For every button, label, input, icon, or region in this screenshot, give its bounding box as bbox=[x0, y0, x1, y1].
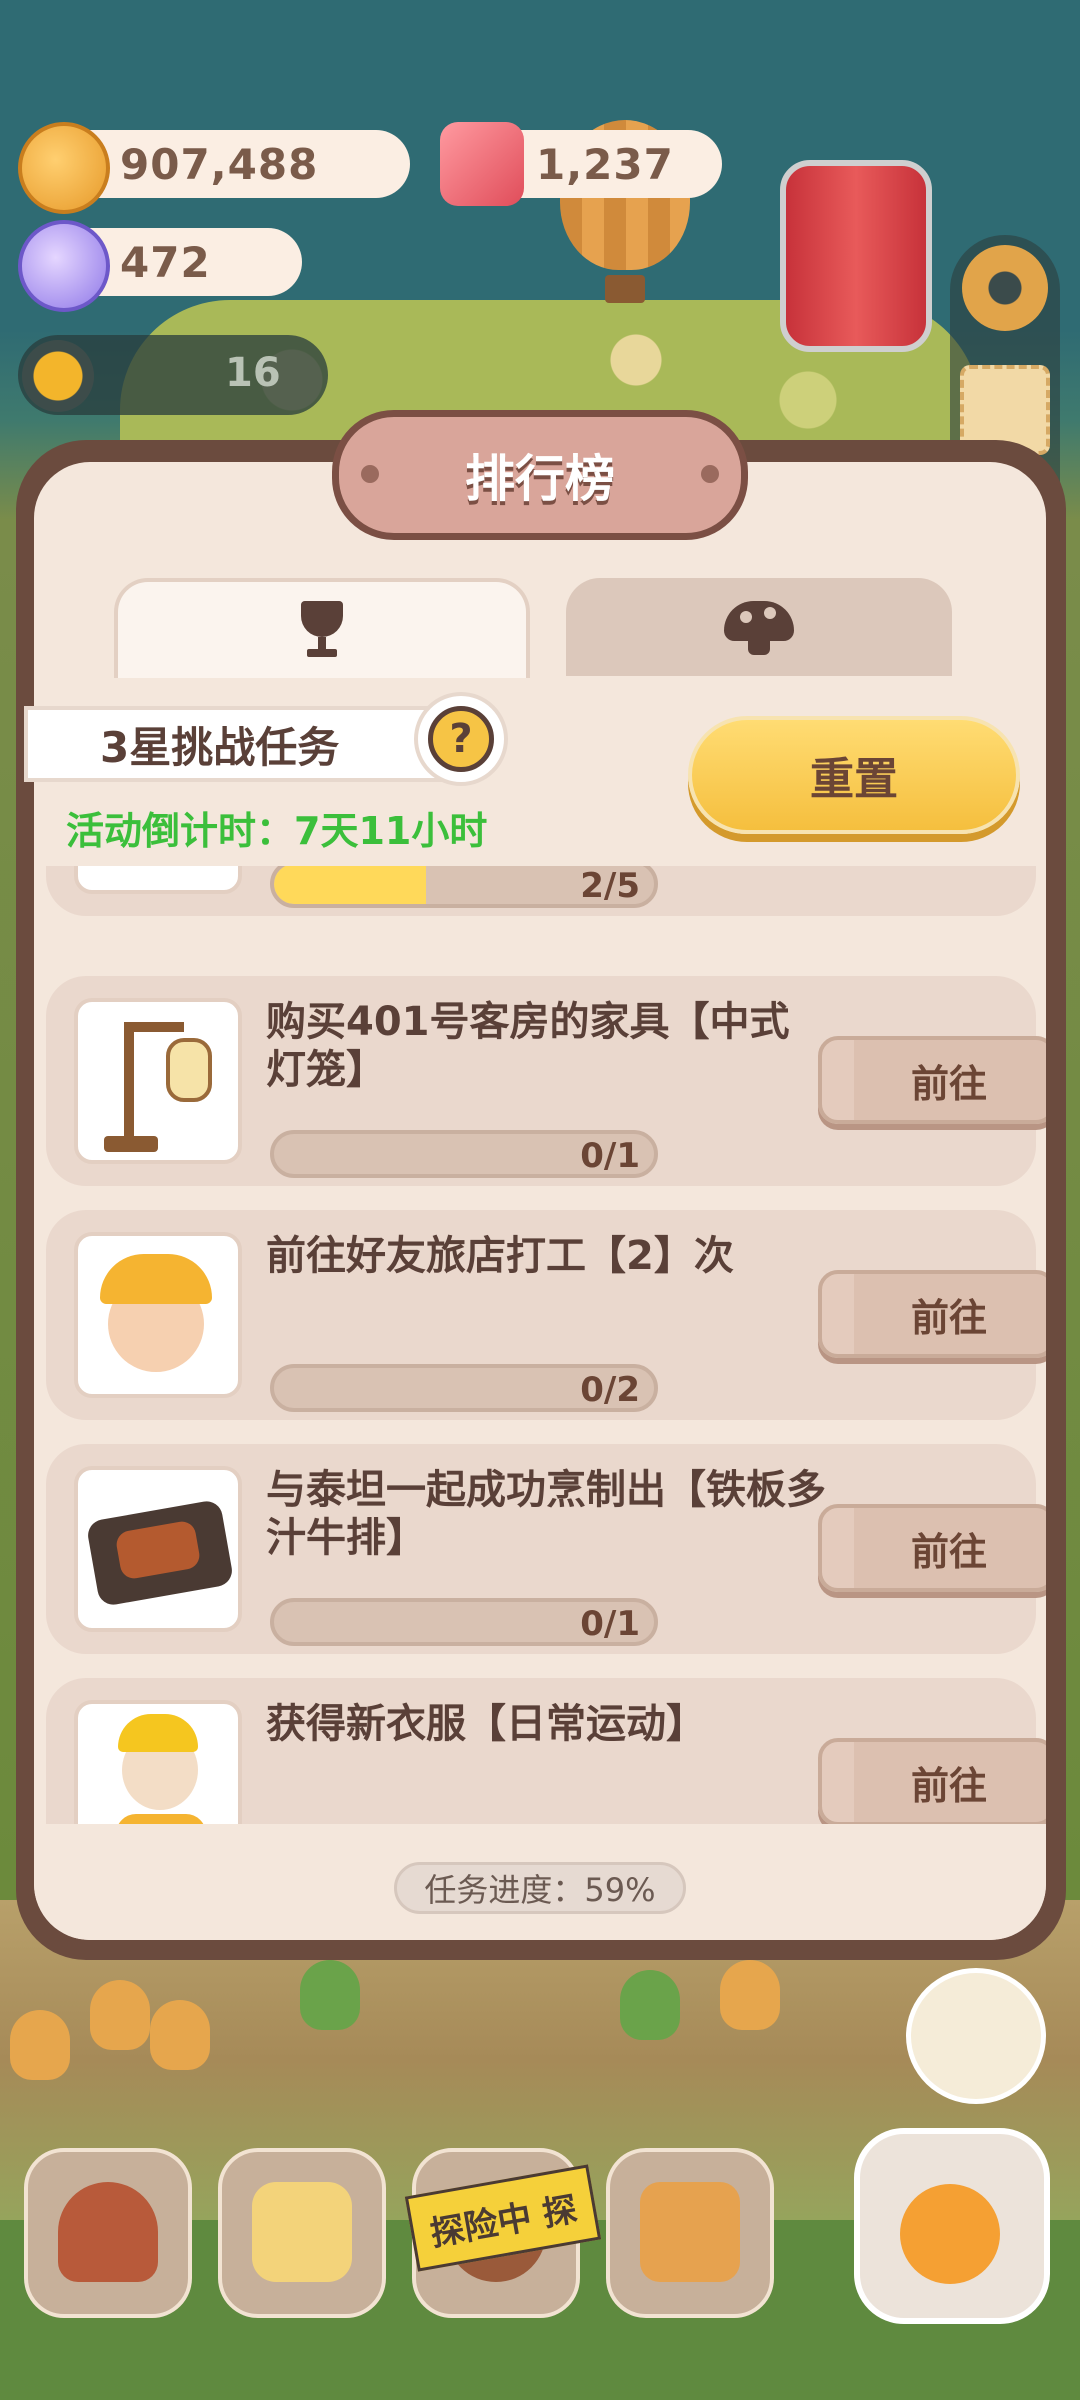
reset-button[interactable]: 重置 bbox=[688, 716, 1020, 834]
task-list[interactable]: 2/5 购买401号客房的家具【中式灯笼】 0/1 前往 前往好友旅店打工【2】… bbox=[34, 866, 1046, 1824]
balloon-basket-decoration bbox=[605, 275, 645, 303]
shop-stall-icon bbox=[640, 2182, 740, 2282]
worker-icon bbox=[74, 1232, 242, 1398]
sun-icon bbox=[22, 340, 94, 412]
mushroom-house-icon bbox=[58, 2182, 158, 2282]
task-progress-bar: 0/1 bbox=[270, 1130, 658, 1178]
task-progress-bar: 0/1 bbox=[270, 1598, 658, 1646]
gem-counter[interactable]: 1,237 bbox=[440, 122, 722, 206]
background-character bbox=[300, 1960, 360, 2030]
panel-title: 排行榜 bbox=[465, 450, 615, 508]
sports-outfit-icon bbox=[74, 1700, 242, 1824]
task-progress-fill bbox=[274, 866, 426, 904]
task-item-2: 前往好友旅店打工【2】次 0/2 前往 bbox=[46, 1210, 1046, 1420]
task-description: 获得新衣服【日常运动】 bbox=[266, 1701, 706, 1747]
challenge-label-text: 3星挑战任务 bbox=[100, 722, 340, 772]
candy-count: 472 bbox=[120, 237, 211, 287]
lantern-icon bbox=[74, 998, 242, 1164]
event-countdown: 活动倒计时：7天11小时 bbox=[66, 809, 488, 853]
task-description: 购买401号客房的家具【中式灯笼】 bbox=[266, 999, 790, 1093]
mushroom-icon bbox=[724, 601, 794, 655]
overall-task-progress: 任务进度：59% bbox=[394, 1862, 686, 1914]
question-mark-icon: ? bbox=[428, 706, 494, 772]
candy-counter[interactable]: 472 bbox=[18, 220, 302, 312]
tab-mushroom[interactable] bbox=[566, 578, 952, 678]
settings-gear-icon[interactable] bbox=[962, 245, 1048, 331]
go-button[interactable]: 前往 bbox=[818, 1504, 1046, 1592]
task-item-1: 购买401号客房的家具【中式灯笼】 0/1 前往 bbox=[46, 976, 1046, 1186]
task-thumbnail bbox=[74, 866, 242, 894]
task-progress-bar: 2/5 bbox=[270, 866, 658, 908]
candy-icon bbox=[18, 220, 110, 312]
alarm-clock-button[interactable] bbox=[854, 2128, 1050, 2324]
go-button[interactable]: 前往 bbox=[818, 1738, 1046, 1824]
task-item-0: 2/5 bbox=[46, 866, 1036, 916]
cat-helper-icon[interactable] bbox=[906, 1968, 1046, 2104]
task-progress-text: 0/1 bbox=[580, 1604, 640, 1644]
gem-icon bbox=[440, 122, 524, 206]
gem-count: 1,237 bbox=[536, 139, 674, 189]
task-description: 前往好友旅店打工【2】次 bbox=[266, 1233, 734, 1279]
cookie-counter[interactable]: 907,488 bbox=[18, 122, 410, 214]
steak-icon bbox=[74, 1466, 242, 1632]
task-progress-text: 0/1 bbox=[580, 1136, 640, 1176]
task-item-4: 获得新衣服【日常运动】 前往 bbox=[46, 1678, 1046, 1824]
task-item-3: 与泰坦一起成功烹制出【铁板多汁牛排】 0/1 前往 bbox=[46, 1444, 1046, 1654]
soda-can-decoration bbox=[780, 160, 932, 352]
background-character bbox=[620, 1970, 680, 2040]
trophy-icon bbox=[291, 599, 353, 661]
task-description: 与泰坦一起成功烹制出【铁板多汁牛排】 bbox=[266, 1467, 826, 1561]
nav-shop-button[interactable] bbox=[606, 2148, 774, 2318]
task-progress-text: 2/5 bbox=[580, 866, 640, 906]
task-progress-text: 0/2 bbox=[580, 1370, 640, 1410]
cookie-icon bbox=[18, 122, 110, 214]
go-button[interactable]: 前往 bbox=[818, 1036, 1046, 1124]
tab-trophy[interactable] bbox=[114, 578, 530, 678]
level-value: 16 bbox=[225, 350, 281, 396]
task-progress-bar: 0/2 bbox=[270, 1364, 658, 1412]
background-character bbox=[10, 2010, 70, 2080]
nav-tasks-button[interactable] bbox=[218, 2148, 386, 2318]
background-character bbox=[90, 1980, 150, 2050]
background-character bbox=[150, 2000, 210, 2070]
cookie-count: 907,488 bbox=[120, 139, 319, 189]
notepad-icon bbox=[252, 2182, 352, 2282]
background-character bbox=[720, 1960, 780, 2030]
nav-home-button[interactable] bbox=[24, 2148, 192, 2318]
go-button[interactable]: 前往 bbox=[818, 1270, 1046, 1358]
help-button[interactable]: ? bbox=[414, 692, 508, 786]
alarm-clock-icon bbox=[900, 2184, 1000, 2284]
